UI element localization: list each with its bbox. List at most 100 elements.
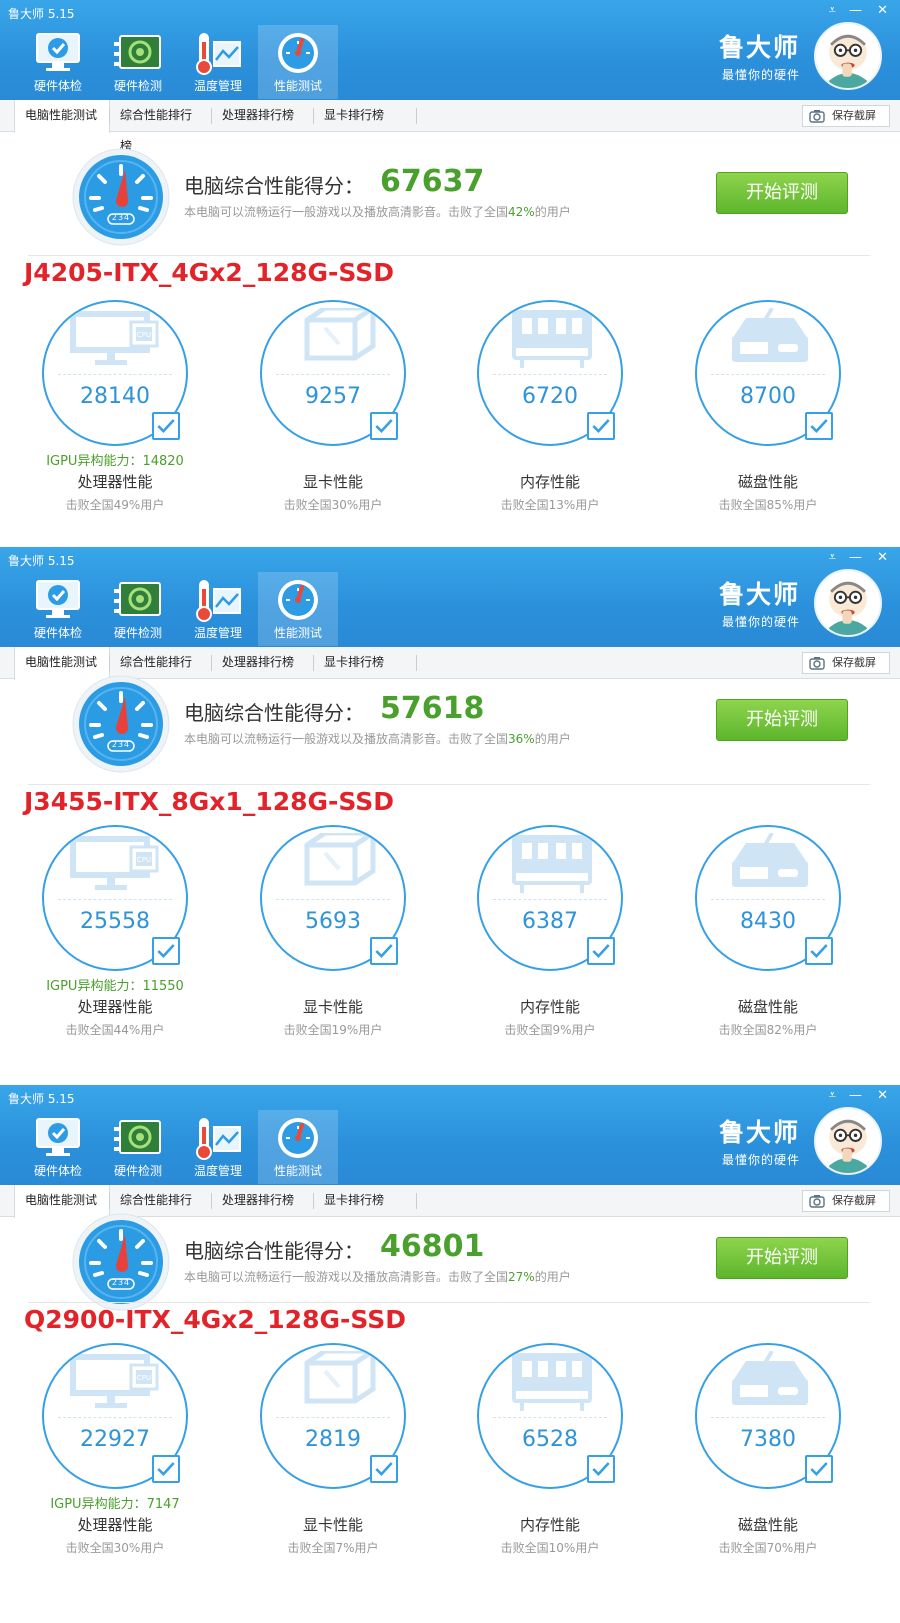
- checkbox-icon[interactable]: [805, 412, 833, 440]
- toolbar-button-4[interactable]: 性能测试: [258, 572, 338, 646]
- tab-3[interactable]: 处理器排行榜: [212, 100, 314, 132]
- tab-1[interactable]: 电脑性能测试: [14, 100, 110, 133]
- app-title: 鲁大师 5.15: [8, 7, 75, 21]
- save-screenshot-button[interactable]: 保存截屏: [802, 1190, 890, 1212]
- score-description: 本电脑可以流畅运行一般游戏以及播放高清影音。击败了全国36%的用户: [184, 730, 571, 747]
- checkbox-icon[interactable]: [370, 937, 398, 965]
- menu-icon[interactable]: ⩡: [829, 1088, 836, 1103]
- hard-disk-icon: [720, 307, 820, 370]
- toolbar-button-3[interactable]: 温度管理: [178, 1110, 258, 1184]
- tab-3[interactable]: 处理器排行榜: [212, 1185, 314, 1217]
- checkbox-icon[interactable]: [370, 412, 398, 440]
- toolbar-button-2[interactable]: 硬件检测: [98, 572, 178, 646]
- close-icon[interactable]: ✕: [877, 1088, 888, 1103]
- app-window-2: 鲁大师 5.15 ⩡ — ✕ 硬件体检 硬件检测 温度管理 性能测试 鲁大师 最懂你的硬件 电脑性能…: [0, 547, 900, 1085]
- component-score: 8700: [740, 384, 796, 409]
- score-title: 电脑综合性能得分：: [184, 701, 364, 725]
- tab-2[interactable]: 综合性能排行榜: [110, 100, 212, 153]
- beat-prefix: 击败全国: [283, 1023, 332, 1037]
- menu-icon[interactable]: ⩡: [829, 3, 836, 18]
- component-name: 内存性能: [519, 473, 580, 491]
- graphics-card-icon: [285, 1348, 385, 1413]
- start-benchmark-button[interactable]: 开始评测: [716, 1237, 848, 1279]
- tab-3[interactable]: 处理器排行榜: [212, 647, 314, 679]
- toolbar-button-1[interactable]: 硬件体检: [18, 25, 98, 99]
- tab-separator: [109, 1193, 110, 1209]
- divider: [28, 1302, 870, 1303]
- component-name: 处理器性能: [77, 473, 153, 491]
- circuit-board-icon: [112, 1115, 164, 1161]
- tab-separator: [313, 1193, 314, 1209]
- toolbar-button-label: 温度管理: [193, 626, 242, 640]
- igpu-value: 7147: [146, 1497, 180, 1512]
- title-bar: 鲁大师 5.15 ⩡ — ✕ 硬件体检 硬件检测 温度管理 性能测试 鲁大师 最懂你的硬件: [0, 547, 900, 647]
- hard-disk-icon: [720, 832, 820, 895]
- minimize-icon[interactable]: —: [849, 3, 862, 18]
- start-benchmark-button[interactable]: 开始评测: [716, 699, 848, 741]
- tab-4[interactable]: 显卡排行榜: [314, 1185, 404, 1217]
- beat-suffix: 用户: [571, 1023, 596, 1037]
- description-suffix: 的用户: [534, 205, 571, 219]
- menu-icon[interactable]: ⩡: [829, 550, 836, 565]
- beat-value: 10%: [548, 1541, 576, 1555]
- beat-suffix: 用户: [140, 1541, 165, 1555]
- toolbar-button-1[interactable]: 硬件体检: [18, 572, 98, 646]
- graphics-card-icon: [285, 830, 385, 895]
- component-name: 磁盘性能: [737, 473, 798, 491]
- toolbar-button-label: 温度管理: [193, 1164, 242, 1178]
- tab-4[interactable]: 显卡排行榜: [314, 100, 404, 132]
- toolbar-button-2[interactable]: 硬件检测: [98, 25, 178, 99]
- checkbox-icon[interactable]: [152, 937, 180, 965]
- toolbar-button-label: 性能测试: [273, 626, 322, 640]
- minimize-icon[interactable]: —: [849, 550, 862, 565]
- config-label: J3455-ITX_8Gx1_128G-SSD: [24, 787, 395, 816]
- component-score: 25558: [80, 909, 150, 934]
- save-screenshot-label: 保存截屏: [832, 656, 876, 669]
- toolbar-button-3[interactable]: 温度管理: [178, 572, 258, 646]
- beat-percentage: 42%: [508, 205, 535, 219]
- brand-slogan: 最懂你的硬件: [721, 615, 800, 629]
- start-benchmark-button[interactable]: 开始评测: [716, 172, 848, 214]
- checkbox-icon[interactable]: [587, 1455, 615, 1483]
- checkbox-icon[interactable]: [805, 1455, 833, 1483]
- toolbar-button-label: 硬件检测: [113, 79, 162, 93]
- component-beat-text: 击败全国9%用户: [453, 1021, 647, 1038]
- toolbar-button-3[interactable]: 温度管理: [178, 25, 258, 99]
- checkbox-icon[interactable]: [587, 412, 615, 440]
- speedometer-icon: [272, 577, 324, 623]
- component-score: 6528: [522, 1427, 578, 1452]
- graphics-card-icon: [285, 305, 385, 370]
- avatar: [814, 1107, 882, 1175]
- app-title: 鲁大师 5.15: [8, 554, 75, 568]
- component-beat-text: 击败全国49%用户: [18, 496, 212, 513]
- toolbar-button-4[interactable]: 性能测试: [258, 1110, 338, 1184]
- dashed-divider: [58, 374, 172, 375]
- brand-logo: 鲁大师 最懂你的硬件: [719, 28, 800, 83]
- thermometer-icon: [192, 577, 244, 623]
- tab-4[interactable]: 显卡排行榜: [314, 647, 404, 679]
- save-screenshot-button[interactable]: 保存截屏: [802, 652, 890, 674]
- checkbox-icon[interactable]: [587, 937, 615, 965]
- component-score: 28140: [80, 384, 150, 409]
- description-prefix: 本电脑可以流畅运行一般游戏以及播放高清影音。击败了全国: [184, 205, 509, 219]
- score-title: 电脑综合性能得分：: [184, 174, 364, 198]
- component-score: 5693: [305, 909, 361, 934]
- component-beat-text: 击败全国85%用户: [671, 496, 865, 513]
- minimize-icon[interactable]: —: [849, 1088, 862, 1103]
- toolbar-button-2[interactable]: 硬件检测: [98, 1110, 178, 1184]
- checkbox-icon[interactable]: [152, 1455, 180, 1483]
- component-score: 6387: [522, 909, 578, 934]
- close-icon[interactable]: ✕: [877, 550, 888, 565]
- toolbar-button-label: 硬件检测: [113, 626, 162, 640]
- component-beat-text: 击败全国82%用户: [671, 1021, 865, 1038]
- save-screenshot-button[interactable]: 保存截屏: [802, 105, 890, 127]
- component-name: 显卡性能: [302, 1516, 363, 1534]
- dashed-divider: [276, 374, 390, 375]
- close-icon[interactable]: ✕: [877, 3, 888, 18]
- toolbar-button-1[interactable]: 硬件体检: [18, 1110, 98, 1184]
- beat-suffix: 用户: [358, 498, 383, 512]
- checkbox-icon[interactable]: [805, 937, 833, 965]
- checkbox-icon[interactable]: [370, 1455, 398, 1483]
- checkbox-icon[interactable]: [152, 412, 180, 440]
- toolbar-button-4[interactable]: 性能测试: [258, 25, 338, 99]
